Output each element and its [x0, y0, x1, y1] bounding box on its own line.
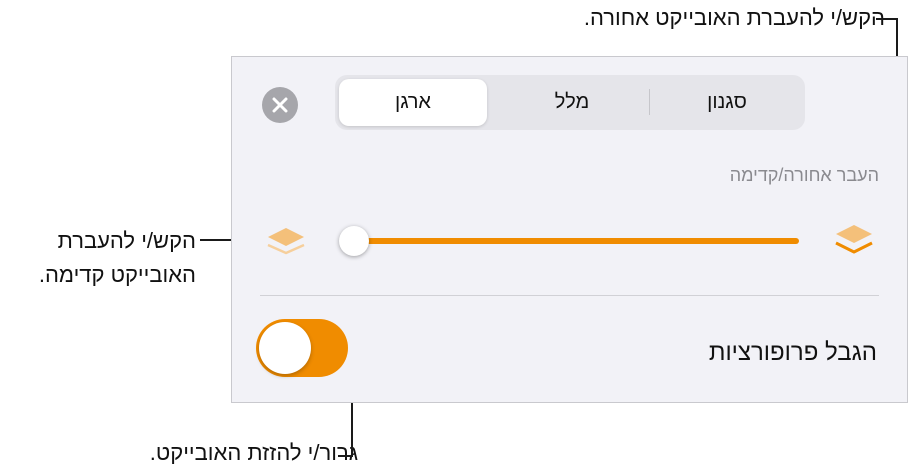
close-icon [272, 97, 288, 113]
tab-arrange-label: ארגן [395, 91, 431, 113]
toggle-knob [259, 322, 311, 374]
tab-style[interactable]: סגנון [653, 79, 801, 126]
tab-text[interactable]: מלל [498, 79, 646, 126]
section-divider [260, 295, 879, 296]
tab-text-label: מלל [554, 91, 590, 113]
tab-bar: סגנון מלל ארגן [335, 75, 805, 130]
tab-style-label: סגנון [707, 91, 747, 113]
arrange-panel: סגנון מלל ארגן העבר אחורה/קדימה הגבל פרו… [231, 56, 908, 403]
close-button[interactable] [262, 87, 298, 123]
layers-front-icon[interactable] [264, 225, 308, 259]
callout-drag: גרור/י להזזת האובייקט. [149, 440, 358, 465]
section-label-back-front: העבר אחורה/קדימה [729, 165, 879, 185]
tab-arrange[interactable]: ארגן [339, 79, 487, 126]
tab-divider [649, 89, 650, 115]
callout-line-top-h [876, 18, 898, 20]
arrange-slider-track[interactable] [354, 238, 799, 244]
callout-front-line2: האובייקט קדימה. [38, 262, 196, 287]
layers-back-icon[interactable] [831, 222, 877, 258]
arrange-slider-thumb[interactable] [339, 226, 369, 256]
callout-line-bottom-h [338, 455, 353, 457]
constrain-proportions-label: הגבל פרופורציות [708, 339, 877, 366]
constrain-proportions-toggle[interactable] [256, 319, 348, 377]
callout-front-line1: הקש/י להעברת [57, 228, 196, 253]
callout-back: הקש/י להעברת האובייקט אחורה. [583, 5, 885, 30]
